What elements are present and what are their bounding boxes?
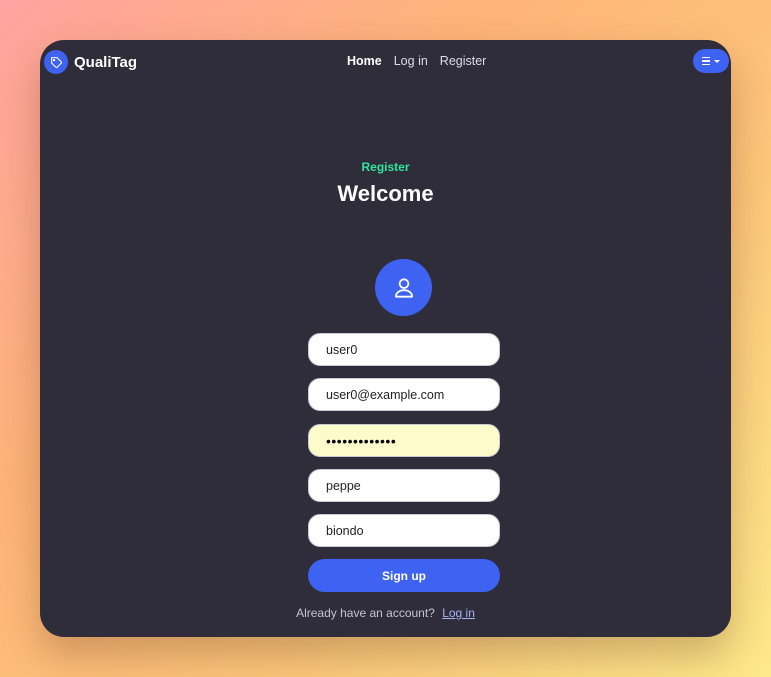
- brand-name: QualiTag: [74, 53, 138, 71]
- email-field[interactable]: [308, 378, 500, 411]
- nav-login[interactable]: Log in: [394, 54, 428, 68]
- first-name-field[interactable]: [308, 469, 500, 502]
- brand[interactable]: QualiTag: [44, 50, 137, 74]
- tag-icon: [44, 50, 68, 74]
- user-icon: [375, 259, 432, 316]
- sign-up-button[interactable]: Sign up: [308, 559, 500, 592]
- page-title: Welcome: [337, 181, 434, 206]
- app-window: QualiTag Home Log in Register Register W…: [40, 40, 731, 637]
- menu-dropdown-button[interactable]: [693, 49, 729, 73]
- background-frame: QualiTag Home Log in Register Register W…: [0, 0, 771, 677]
- last-name-field[interactable]: [308, 514, 500, 547]
- password-field[interactable]: [308, 424, 500, 457]
- nav-home[interactable]: Home: [347, 54, 382, 68]
- nav-register[interactable]: Register: [440, 54, 487, 68]
- username-field[interactable]: [308, 333, 500, 366]
- caret-down-icon: [714, 59, 720, 63]
- page-eyebrow: Register: [361, 160, 410, 174]
- navbar: QualiTag Home Log in Register: [40, 40, 731, 84]
- nav-links: Home Log in Register: [347, 54, 486, 68]
- login-prompt-text: Already have an account?: [296, 606, 435, 620]
- hamburger-menu-icon: [702, 57, 710, 65]
- login-prompt: Already have an account? Log in: [40, 606, 731, 620]
- login-link[interactable]: Log in: [442, 606, 475, 620]
